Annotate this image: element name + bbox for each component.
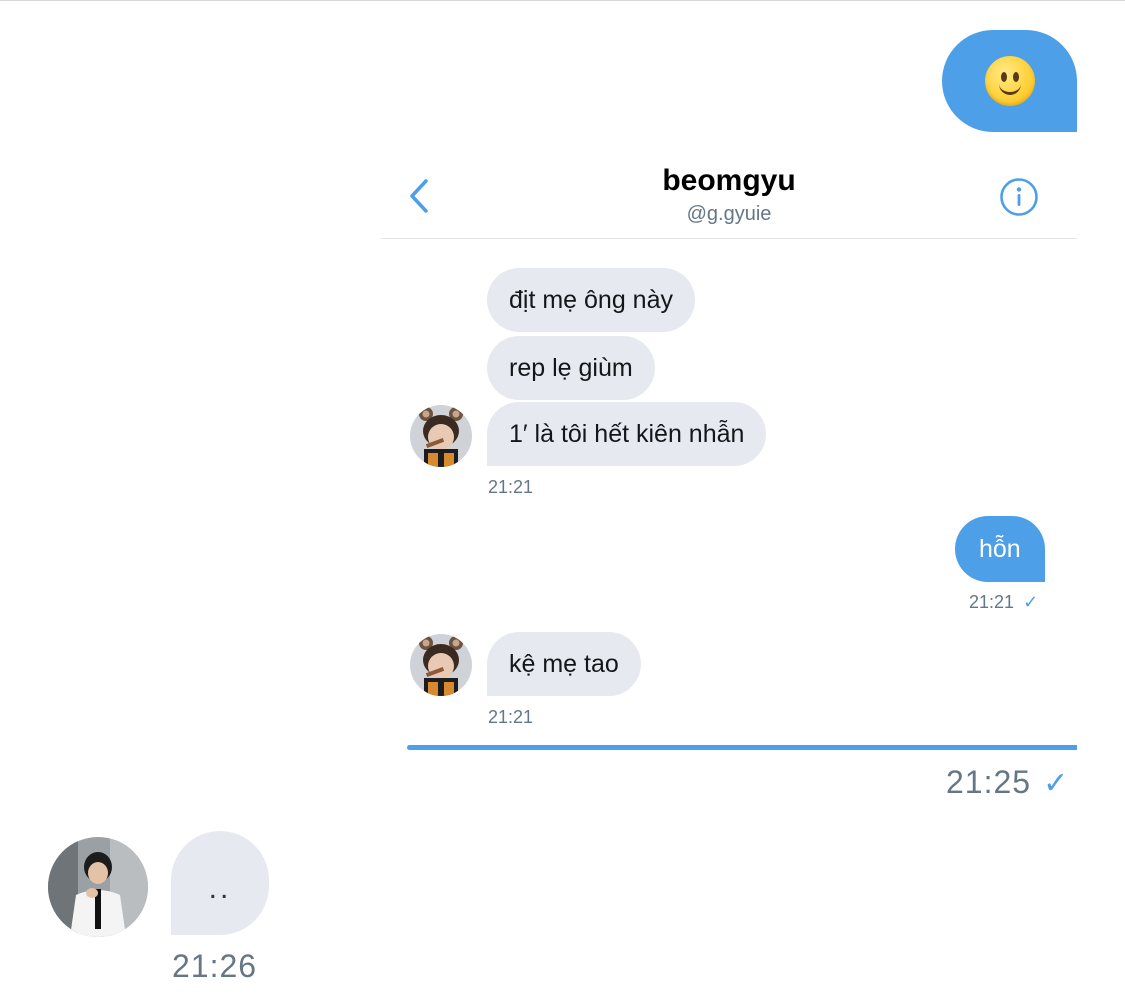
checkmark-icon: ✓ <box>1023 592 1039 612</box>
conversation-handle: @g.gyuie <box>686 203 772 225</box>
typing-dots: .. <box>208 872 232 905</box>
top-divider <box>0 0 1125 1</box>
screenshot-bottom-edge <box>407 745 1077 750</box>
message-timestamp: 21:25 <box>946 764 1032 800</box>
typing-indicator-bubble: .. <box>171 831 269 935</box>
incoming-message-bubble[interactable]: kệ mẹ tao <box>487 632 641 696</box>
info-circle-icon[interactable] <box>999 177 1039 217</box>
incoming-message-bubble[interactable]: 1′ là tôi hết kiên nhẫn <box>487 402 767 466</box>
sent-emoji-bubble[interactable] <box>942 30 1077 132</box>
message-timestamp: 21:21 <box>488 707 534 727</box>
outgoing-timestamp: 21:21 ✓ <box>969 592 1038 613</box>
checkmark-icon: ✓ <box>1043 767 1070 800</box>
incoming-message-bubble[interactable]: rep lẹ giùm <box>487 336 655 400</box>
conversation-name: beomgyu <box>662 164 796 197</box>
contact-avatar[interactable] <box>410 405 472 467</box>
shared-screenshot-image[interactable]: beomgyu @g.gyuie địt mẹ ông này rep lẹ g… <box>381 150 1077 750</box>
contact-avatar[interactable] <box>48 837 148 937</box>
smiley-emoji-icon <box>984 56 1035 106</box>
message-timestamp: 21:21 <box>488 477 534 497</box>
contact-avatar[interactable] <box>410 634 472 696</box>
message-timestamp: 21:26 <box>172 948 258 984</box>
message-timestamp: 21:21 <box>969 592 1015 612</box>
incoming-message-bubble[interactable]: địt mẹ ông này <box>487 268 695 332</box>
outgoing-message-bubble[interactable]: hỗn <box>955 516 1045 582</box>
sent-message-status: 21:25 ✓ <box>946 764 1069 801</box>
screenshot-conversation-header: beomgyu @g.gyuie <box>381 150 1077 239</box>
